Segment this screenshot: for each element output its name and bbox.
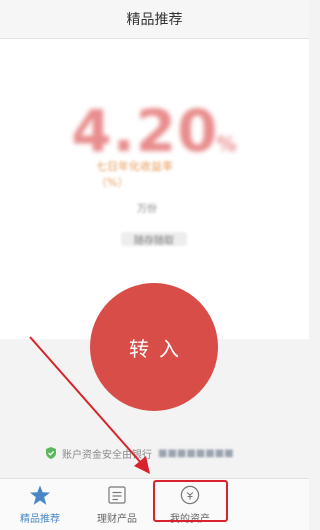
app-screen: 精品推荐 4.20% 七日年化收益率（%） 万份 随存随取 转入 账户资金安全由… xyxy=(0,0,309,530)
annotation-arrow xyxy=(29,336,150,474)
